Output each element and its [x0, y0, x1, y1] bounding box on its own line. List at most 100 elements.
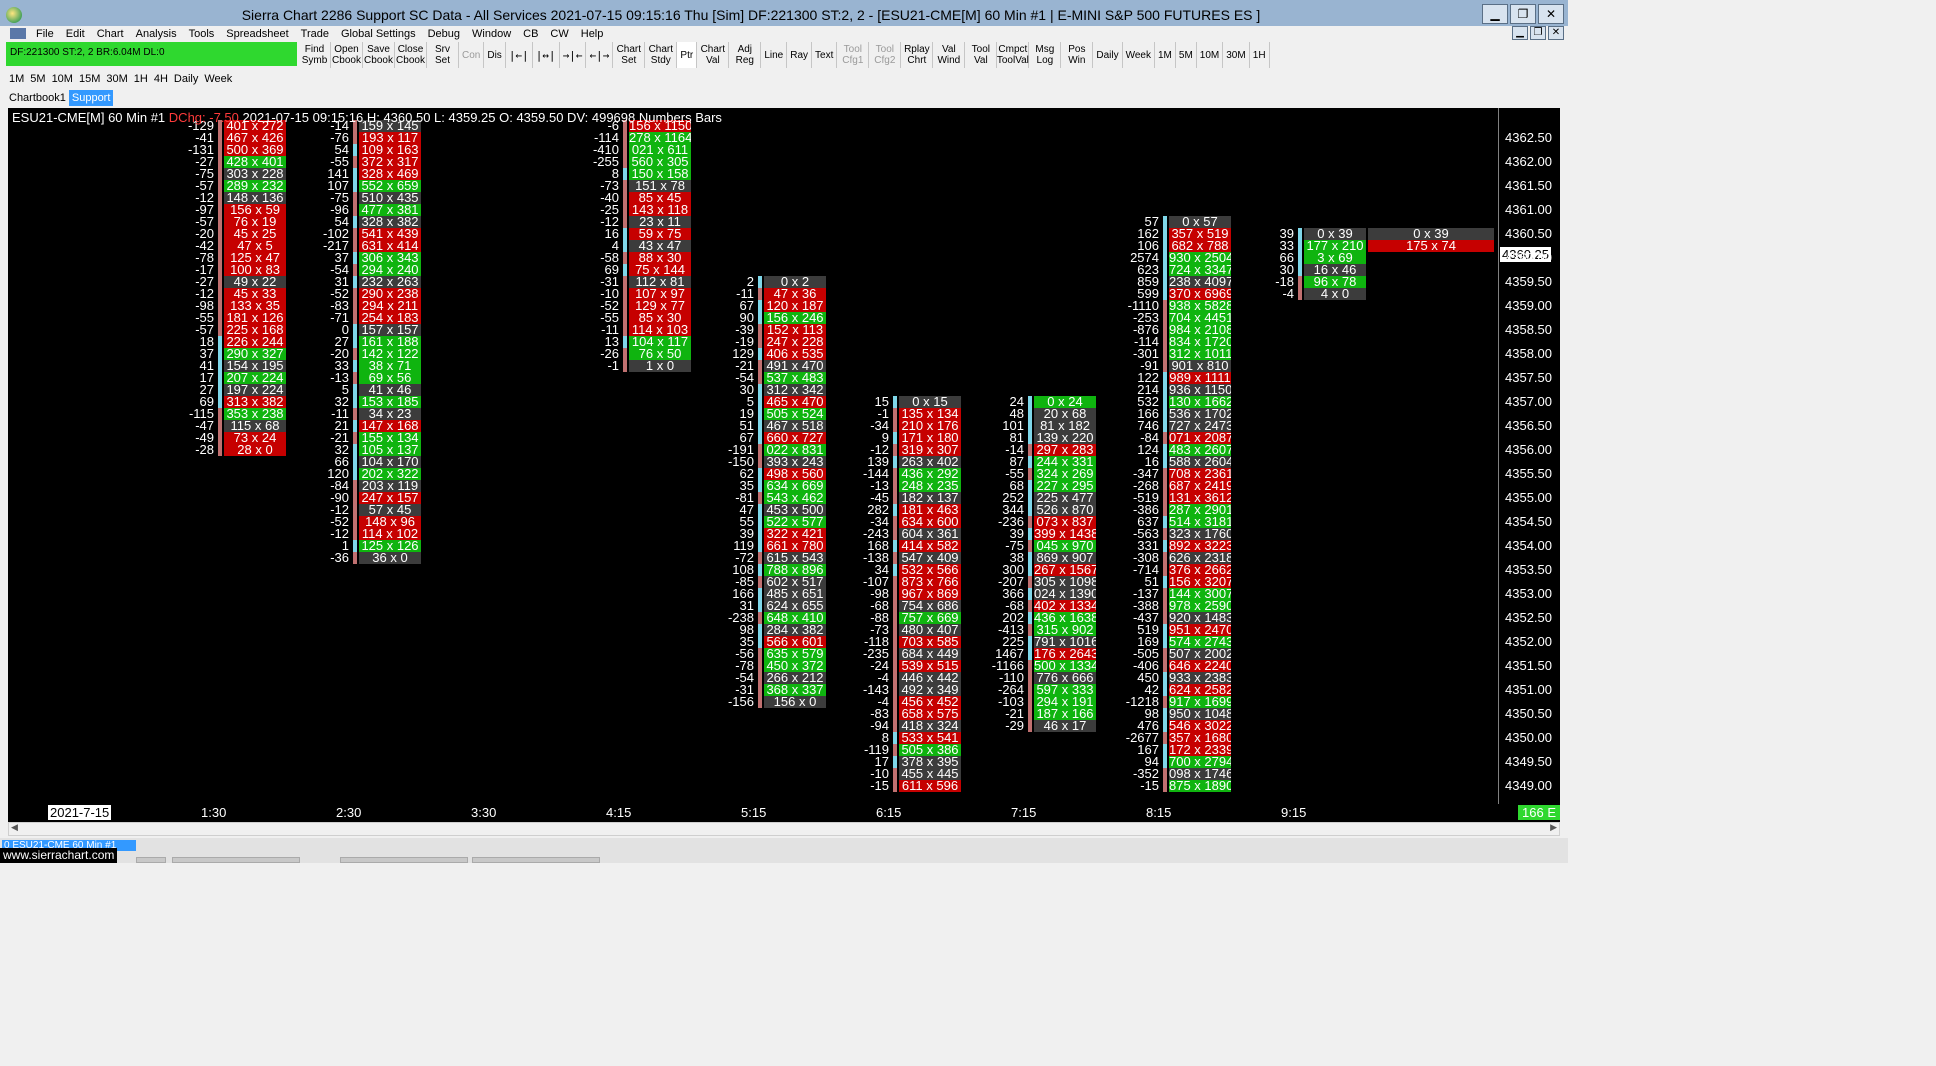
- menu-analysis[interactable]: Analysis: [130, 28, 183, 40]
- toolbar-pos-win-button[interactable]: Pos Win: [1061, 42, 1094, 68]
- menu-debug[interactable]: Debug: [422, 28, 466, 40]
- task-strip[interactable]: [172, 857, 300, 863]
- menu-file[interactable]: File: [30, 28, 60, 40]
- delta-bar: [623, 204, 627, 216]
- menu-cb[interactable]: CB: [517, 28, 544, 40]
- toolbar-tool-cfg1-button[interactable]: Tool Cfg1: [837, 42, 870, 68]
- bid-ask-cell: 34 x 23: [359, 408, 421, 420]
- toolbar-week-button[interactable]: Week: [1123, 42, 1155, 68]
- toolbar-line-button[interactable]: Line: [761, 42, 788, 68]
- toolbar-save-cbook-button[interactable]: Save Cbook: [363, 42, 395, 68]
- scroll-left-icon[interactable]: ◀: [11, 823, 18, 833]
- scroll-zoom-icon-8[interactable]: |↔|: [533, 42, 560, 68]
- toolbar-ptr-button[interactable]: Ptr: [677, 42, 698, 68]
- bid-ask-cell: 724 x 3347: [1169, 264, 1231, 276]
- price-axis[interactable]: 4360.25 4362.50 4362.00 4361.50 4361.00 4360…: [1498, 108, 1560, 804]
- tab-support[interactable]: Support: [68, 90, 114, 106]
- toolbar-5m-button[interactable]: 5M: [1176, 42, 1197, 68]
- delta-bar: [758, 684, 762, 696]
- delta-bar: [758, 456, 762, 468]
- bid-ask-cell: 130 x 1662: [1169, 396, 1231, 408]
- timeframe-4h-button[interactable]: 4H: [151, 70, 171, 88]
- toolbar-chart-stdy-button[interactable]: Chart Stdy: [645, 42, 678, 68]
- delta-bar: [1163, 552, 1167, 564]
- scroll-zoom-icon-9[interactable]: →|←: [560, 42, 587, 68]
- close-button[interactable]: ✕: [1538, 4, 1564, 24]
- delta-bar: [893, 528, 897, 540]
- document-icon[interactable]: [10, 28, 26, 39]
- delta-bar: [893, 780, 897, 792]
- timeframe-1m-button[interactable]: 1M: [6, 70, 27, 88]
- menu-chart[interactable]: Chart: [91, 28, 130, 40]
- chart-area[interactable]: -129 401 x 272 -41 467 x 426 -131 500 x 369 -2…: [8, 108, 1560, 804]
- task-strip[interactable]: [472, 857, 600, 863]
- toolbar-srv-set-button[interactable]: Srv Set: [427, 42, 459, 68]
- toolbar-find-symb-button[interactable]: Find Symb: [299, 42, 331, 68]
- toolbar-tool-cfg2-button[interactable]: Tool Cfg2: [869, 42, 902, 68]
- bid-ask-cell: 172 x 2339: [1169, 744, 1231, 756]
- app-icon[interactable]: [6, 7, 22, 23]
- timeframe-15m-button[interactable]: 15M: [76, 70, 103, 88]
- toolbar-close-cbook-button[interactable]: Close Cbook: [395, 42, 427, 68]
- child-close-button[interactable]: ✕: [1548, 26, 1564, 40]
- toolbar-val-wind-button[interactable]: Val Wind: [933, 42, 966, 68]
- time-label: 5:15: [741, 805, 767, 820]
- time-axis[interactable]: 166 E 2021-7-15 1:30 2:30 3:30 4:15 5:15 6:15 7…: [8, 804, 1560, 822]
- menu-cw[interactable]: CW: [544, 28, 574, 40]
- delta-bar: [1163, 696, 1167, 708]
- toolbar-10m-button[interactable]: 10M: [1197, 42, 1224, 68]
- menu-global-settings[interactable]: Global Settings: [335, 28, 422, 40]
- horizontal-scrollbar[interactable]: ◀ ▶: [8, 822, 1560, 836]
- minimize-button[interactable]: ▁: [1482, 4, 1508, 24]
- task-strip[interactable]: [136, 857, 166, 863]
- website-url[interactable]: www.sierrachart.com: [0, 848, 118, 863]
- menu-window[interactable]: Window: [466, 28, 517, 40]
- bid-ask-cell: 547 x 409: [899, 552, 961, 564]
- menu-spreadsheet[interactable]: Spreadsheet: [220, 28, 294, 40]
- menu-edit[interactable]: Edit: [60, 28, 91, 40]
- restore-button[interactable]: ❐: [1510, 4, 1536, 24]
- toolbar-1h-button[interactable]: 1H: [1250, 42, 1270, 68]
- toolbar-con-button[interactable]: Con: [459, 42, 485, 68]
- child-restore-button[interactable]: ❐: [1530, 26, 1546, 40]
- toolbar-ray-button[interactable]: Ray: [787, 42, 813, 68]
- delta-bar: [218, 432, 222, 444]
- toolbar-rplay-chrt-button[interactable]: Rplay Chrt: [901, 42, 934, 68]
- price-tick-label: 4350.50: [1505, 706, 1552, 721]
- bid-ask-cell: 505 x 524: [764, 408, 826, 420]
- bid-ask-cell: 96 x 78: [1304, 276, 1366, 288]
- toolbar-1m-button[interactable]: 1M: [1155, 42, 1176, 68]
- menu-trade[interactable]: Trade: [295, 28, 335, 40]
- toolbar-tool-val-button[interactable]: Tool Val: [965, 42, 998, 68]
- scroll-zoom-icon-10[interactable]: ←|→: [586, 42, 614, 68]
- bid-ask-cell: 148 x 136: [224, 192, 286, 204]
- child-minimize-button[interactable]: ▁: [1512, 26, 1528, 40]
- toolbar-chart-set-button[interactable]: Chart Set: [613, 42, 646, 68]
- toolbar-daily-button[interactable]: Daily: [1093, 42, 1123, 68]
- bid-ask-cell: 597 x 333: [1034, 684, 1096, 696]
- footprint-plot[interactable]: -129 401 x 272 -41 467 x 426 -131 500 x 369 -2…: [8, 108, 1498, 804]
- timeframe-10m-button[interactable]: 10M: [49, 70, 76, 88]
- toolbar-chart-val-button[interactable]: Chart Val: [697, 42, 730, 68]
- toolbar-cmpct-toolval-button[interactable]: Cmpct ToolVal: [997, 42, 1030, 68]
- toolbar-text-button[interactable]: Text: [812, 42, 838, 68]
- timeframe-1h-button[interactable]: 1H: [131, 70, 151, 88]
- scroll-zoom-icon-7[interactable]: |←|: [506, 42, 533, 68]
- timeframe-30m-button[interactable]: 30M: [103, 70, 130, 88]
- timeframe-week-button[interactable]: Week: [201, 70, 235, 88]
- toolbar-dis-button[interactable]: Dis: [484, 42, 506, 68]
- toolbar-30m-button[interactable]: 30M: [1223, 42, 1250, 68]
- toolbar-msg-log-button[interactable]: Msg Log: [1029, 42, 1062, 68]
- timeframe-5m-button[interactable]: 5M: [27, 70, 48, 88]
- delta-bar: [758, 564, 762, 576]
- scroll-right-icon[interactable]: ▶: [1550, 823, 1557, 833]
- task-strip[interactable]: [340, 857, 468, 863]
- menu-help[interactable]: Help: [575, 28, 610, 40]
- tab-chartbook1[interactable]: Chartbook1: [6, 90, 69, 106]
- delta-bar: [353, 420, 357, 432]
- timeframe-daily-button[interactable]: Daily: [171, 70, 201, 88]
- price-tick-label: 4356.00: [1505, 442, 1552, 457]
- menu-tools[interactable]: Tools: [183, 28, 221, 40]
- toolbar-adj-reg-button[interactable]: Adj Reg: [729, 42, 762, 68]
- toolbar-open-cbook-button[interactable]: Open Cbook: [331, 42, 363, 68]
